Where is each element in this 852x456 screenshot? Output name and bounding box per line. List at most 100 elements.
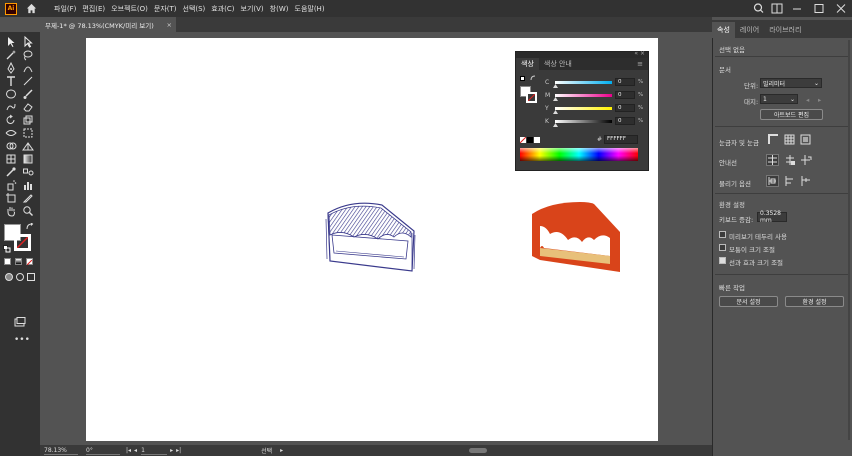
menu-file[interactable]: 파일(F) bbox=[51, 4, 79, 14]
document-setup-button[interactable]: 문서 설정 bbox=[719, 296, 778, 307]
black-slider[interactable] bbox=[555, 120, 612, 123]
snap-to-glyph-icon[interactable] bbox=[800, 175, 812, 187]
shape-builder-tool-icon[interactable] bbox=[5, 140, 17, 152]
document-tab[interactable]: 무제-1* @ 78.13%(CMYK/미리 보기) × bbox=[40, 17, 176, 32]
transparency-grid-icon[interactable] bbox=[800, 134, 811, 145]
black-swatch[interactable] bbox=[527, 137, 533, 143]
color-mode-button[interactable] bbox=[4, 258, 11, 265]
slider-handle-icon[interactable] bbox=[553, 123, 558, 127]
draw-behind-icon[interactable] bbox=[15, 272, 25, 282]
menu-object[interactable]: 오브젝트(O) bbox=[108, 4, 151, 14]
blend-tool-icon[interactable] bbox=[22, 166, 34, 178]
type-tool-icon[interactable] bbox=[5, 75, 17, 87]
artboard-tool-icon[interactable] bbox=[5, 192, 17, 204]
hand-tool-icon[interactable] bbox=[5, 205, 17, 217]
collapse-panel-icon[interactable]: « bbox=[634, 50, 638, 57]
menu-view[interactable]: 보기(V) bbox=[238, 4, 267, 14]
magenta-value[interactable]: 0 bbox=[615, 91, 635, 99]
gradient-mode-button[interactable] bbox=[15, 258, 22, 265]
yellow-slider[interactable] bbox=[555, 107, 612, 110]
tab-libraries[interactable]: 라이브러리 bbox=[764, 22, 806, 38]
maximize-icon[interactable] bbox=[808, 0, 830, 17]
workspace-icon[interactable] bbox=[768, 0, 786, 17]
black-value[interactable]: 0 bbox=[615, 117, 635, 125]
ruler-icon[interactable] bbox=[768, 134, 779, 145]
first-artboard-icon[interactable]: |◂ bbox=[126, 447, 131, 454]
rotate-tool-icon[interactable] bbox=[5, 114, 17, 126]
close-icon[interactable] bbox=[830, 0, 852, 17]
symbol-sprayer-tool-icon[interactable] bbox=[5, 179, 17, 191]
panel-swap-icon[interactable] bbox=[530, 75, 537, 82]
line-tool-icon[interactable] bbox=[22, 75, 34, 87]
preferences-button[interactable]: 환경 설정 bbox=[785, 296, 844, 307]
stroke-swatch[interactable] bbox=[14, 234, 31, 251]
gradient-tool-icon[interactable] bbox=[22, 153, 34, 165]
cyan-value[interactable]: 0 bbox=[615, 78, 635, 86]
none-swatch[interactable] bbox=[519, 136, 527, 144]
slider-handle-icon[interactable] bbox=[553, 110, 558, 114]
menu-edit[interactable]: 편집(E) bbox=[79, 4, 108, 14]
last-artboard-icon[interactable]: ▸| bbox=[176, 447, 181, 454]
mesh-tool-icon[interactable] bbox=[5, 153, 17, 165]
draw-inside-icon[interactable] bbox=[26, 272, 36, 282]
tab-properties[interactable]: 속성 bbox=[712, 22, 735, 38]
curvature-tool-icon[interactable] bbox=[22, 62, 34, 74]
artboard-number-field[interactable]: 1 bbox=[141, 447, 168, 455]
panel-scrollbar[interactable] bbox=[848, 40, 850, 440]
selection-tool-icon[interactable] bbox=[5, 36, 17, 48]
menu-select[interactable]: 선택(S) bbox=[180, 4, 209, 14]
vector-cake-drawing[interactable] bbox=[530, 200, 622, 274]
tab-color[interactable]: 색상 bbox=[516, 58, 539, 70]
shaper-tool-icon[interactable] bbox=[5, 101, 17, 113]
pen-tool-icon[interactable] bbox=[5, 62, 17, 74]
eraser-tool-icon[interactable] bbox=[22, 101, 34, 113]
menu-help[interactable]: 도움말(H) bbox=[292, 4, 328, 14]
prev-artboard-icon[interactable]: ◂ bbox=[134, 447, 137, 454]
snap-to-pixel-icon[interactable] bbox=[784, 175, 796, 187]
next-artboard-icon[interactable]: ▸ bbox=[170, 447, 173, 454]
zoom-level-field[interactable]: 78.13% bbox=[44, 447, 78, 455]
rotation-field[interactable]: 0° bbox=[86, 447, 120, 455]
search-icon[interactable] bbox=[750, 0, 768, 17]
tab-layers[interactable]: 레이어 bbox=[735, 22, 764, 38]
slider-handle-icon[interactable] bbox=[553, 97, 558, 101]
horizontal-scrollbar[interactable] bbox=[469, 448, 488, 453]
prev-artboard-icon[interactable]: ◂ bbox=[806, 96, 809, 104]
show-guides-icon[interactable] bbox=[766, 154, 779, 166]
sketched-cake-drawing[interactable] bbox=[322, 201, 418, 273]
zoom-tool-icon[interactable] bbox=[22, 205, 34, 217]
preview-bounds-checkbox[interactable] bbox=[719, 231, 726, 238]
perspective-grid-tool-icon[interactable] bbox=[22, 140, 34, 152]
snap-to-point-icon[interactable] bbox=[766, 175, 779, 187]
scale-corners-checkbox[interactable] bbox=[719, 244, 726, 251]
home-icon[interactable] bbox=[26, 3, 37, 14]
eyedropper-tool-icon[interactable] bbox=[5, 166, 17, 178]
white-swatch[interactable] bbox=[534, 137, 540, 143]
swap-fill-stroke-icon[interactable] bbox=[26, 223, 34, 231]
minimize-icon[interactable] bbox=[786, 0, 808, 17]
scale-tool-icon[interactable] bbox=[22, 114, 34, 126]
lasso-tool-icon[interactable] bbox=[22, 49, 34, 61]
artboard-dropdown[interactable]: 1 ⌄ bbox=[760, 94, 798, 104]
magic-wand-tool-icon[interactable] bbox=[5, 49, 17, 61]
hex-field[interactable]: FFFFFF bbox=[604, 135, 638, 144]
smart-guides-icon[interactable] bbox=[800, 154, 812, 166]
ellipse-tool-icon[interactable] bbox=[5, 88, 17, 100]
tab-color-guide[interactable]: 색상 안내 bbox=[539, 58, 577, 70]
status-menu-icon[interactable]: ▸ bbox=[280, 447, 283, 454]
lock-guides-icon[interactable] bbox=[784, 154, 796, 166]
default-fill-stroke-icon[interactable] bbox=[3, 245, 11, 253]
scale-strokes-checkbox[interactable] bbox=[719, 257, 726, 264]
keyboard-increment-field[interactable]: 0.3528 mm bbox=[757, 210, 787, 224]
paintbrush-tool-icon[interactable] bbox=[22, 88, 34, 100]
next-artboard-icon[interactable]: ▸ bbox=[818, 96, 821, 104]
edit-toolbar-button[interactable]: ••• bbox=[14, 335, 30, 345]
panel-default-colors-icon[interactable] bbox=[520, 76, 525, 81]
color-spectrum[interactable] bbox=[520, 148, 638, 161]
magenta-slider[interactable] bbox=[555, 94, 612, 97]
panel-menu-icon[interactable]: ≡ bbox=[632, 58, 648, 70]
panel-stroke-swatch[interactable] bbox=[526, 92, 537, 103]
slice-tool-icon[interactable] bbox=[22, 192, 34, 204]
graph-tool-icon[interactable] bbox=[22, 179, 34, 191]
menu-effect[interactable]: 효과(C) bbox=[208, 4, 237, 14]
